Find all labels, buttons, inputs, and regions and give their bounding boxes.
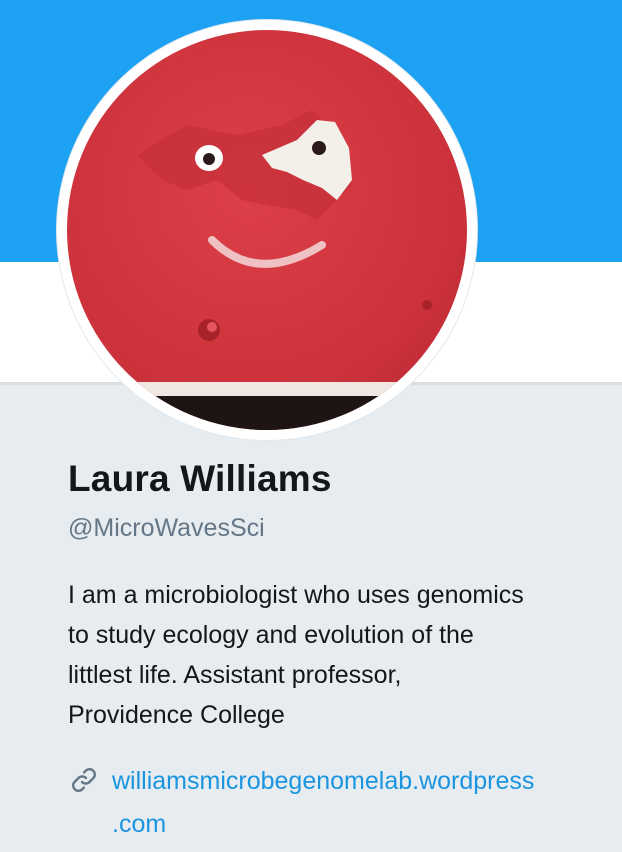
website-link-line[interactable]: .com [112,803,612,846]
profile-handle[interactable]: @MicroWavesSci [68,514,265,543]
avatar[interactable] [67,30,467,430]
bio-line: to study ecology and evolution of the [68,621,474,649]
website-link[interactable]: williamsmicrobegenomelab.wordpress .com [112,760,612,846]
bio-line: Providence College [68,701,285,729]
avatar-image [67,30,467,430]
link-icon [72,768,96,792]
bio-line: I am a microbiologist who uses genomics [68,581,524,609]
website-link-line[interactable]: williamsmicrobegenomelab.wordpress [112,760,612,803]
profile-name[interactable]: Laura Williams [68,458,332,500]
avatar-frame [57,20,477,440]
profile-bio: I am a microbiologist who uses genomics … [68,575,608,735]
bio-line: littlest life. Assistant professor, [68,661,402,689]
